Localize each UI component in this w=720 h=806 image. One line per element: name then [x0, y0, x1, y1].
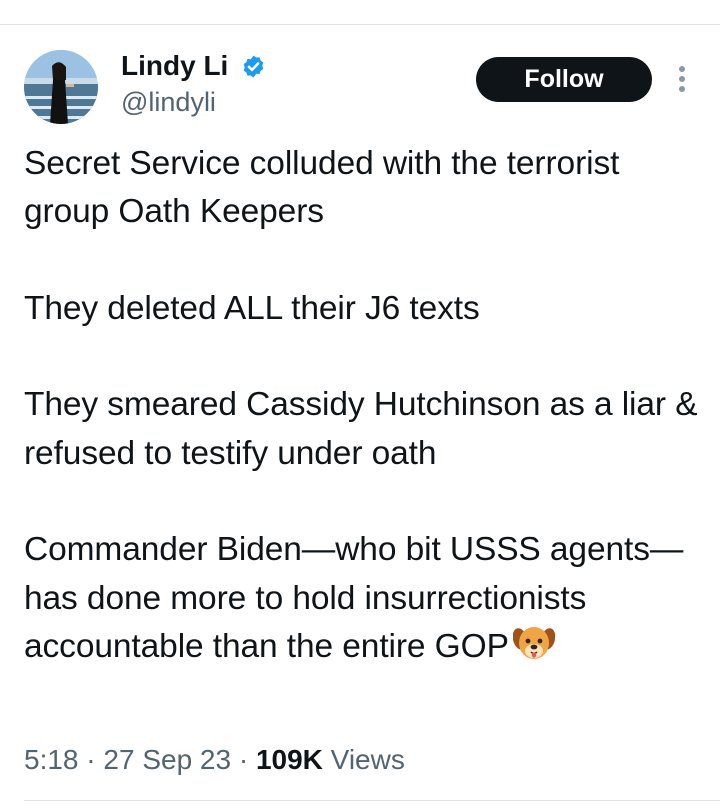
more-vertical-icon[interactable]: [670, 64, 694, 94]
follow-button[interactable]: Follow: [476, 57, 652, 102]
author-name[interactable]: Lindy Li: [121, 48, 228, 84]
meta-separator: ·: [231, 744, 256, 775]
author-handle[interactable]: @lindyli: [121, 84, 216, 120]
tweet-time[interactable]: 5:18: [24, 744, 79, 775]
verified-badge-icon: [243, 55, 264, 78]
dog-face-emoji-icon: [512, 626, 555, 659]
tweet-meta: 5:18 · 27 Sep 23 · 109K Views: [24, 742, 405, 778]
tweet-paragraph: They deleted ALL their J6 texts: [24, 289, 480, 327]
views-label: Views: [322, 744, 405, 775]
tweet-paragraph-last: Commander Biden—who bit USSS agents—has …: [24, 526, 700, 671]
meta-separator: ·: [78, 744, 104, 775]
tweet-text: Secret Service colluded with the terrori…: [24, 140, 700, 671]
tweet-paragraph: They smeared Cassidy Hutchinson as a lia…: [24, 386, 698, 472]
tweet-paragraph: Secret Service colluded with the terrori…: [24, 145, 620, 231]
avatar[interactable]: [24, 50, 98, 124]
tweet-paragraph: Commander Biden—who bit USSS agents—has …: [24, 531, 684, 665]
views-count[interactable]: 109K: [256, 744, 323, 775]
bottom-divider: [24, 800, 720, 801]
avatar-photo: [24, 50, 98, 124]
tweet-date[interactable]: 27 Sep 23: [103, 744, 231, 775]
top-divider: [0, 24, 720, 25]
